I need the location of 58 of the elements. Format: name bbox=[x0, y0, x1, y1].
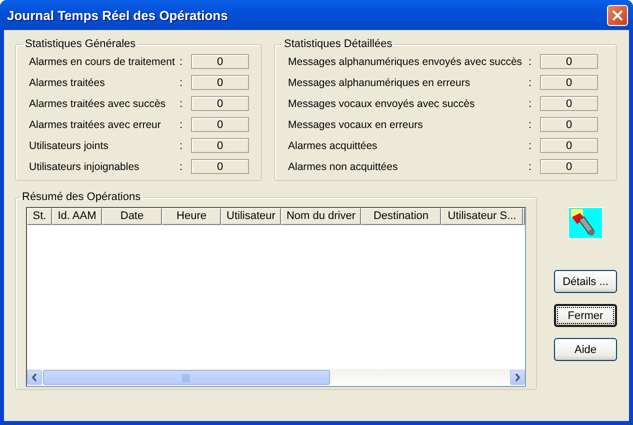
window-title: Journal Temps Réel des Opérations bbox=[7, 8, 228, 22]
stat-label: Messages vocaux envoyés avec succès bbox=[288, 98, 476, 110]
dialog-button[interactable]: Fermer bbox=[554, 304, 617, 327]
colon: : bbox=[527, 56, 533, 68]
stat-value-field: 0 bbox=[191, 117, 249, 132]
stat-label: Alarmes en cours de traitement bbox=[29, 56, 176, 68]
stat-value-field: 0 bbox=[191, 75, 249, 90]
colon: : bbox=[527, 118, 533, 130]
stat-value-field: 0 bbox=[540, 138, 598, 153]
close-icon bbox=[612, 10, 623, 20]
stat-label: Alarmes acquittées bbox=[288, 140, 378, 152]
scroll-left-icon[interactable] bbox=[27, 370, 42, 385]
colon: : bbox=[527, 98, 533, 110]
group-title: Statistiques Générales bbox=[24, 38, 137, 50]
stat-value-field: 0 bbox=[540, 159, 598, 174]
stat-label: Alarmes traitées avec erreur bbox=[29, 118, 162, 130]
column-header[interactable]: Destination bbox=[361, 208, 441, 225]
flashlight-icon bbox=[568, 207, 603, 239]
colon: : bbox=[178, 56, 184, 68]
column-header[interactable]: Id. AAM bbox=[52, 208, 102, 225]
group-title: Statistiques Détaillées bbox=[283, 38, 394, 50]
stat-value-field: 0 bbox=[191, 138, 249, 153]
colon: : bbox=[178, 160, 184, 172]
column-header[interactable]: Date bbox=[102, 208, 162, 225]
dialog-button[interactable]: Détails ... bbox=[554, 270, 617, 293]
column-header[interactable]: Utilisateur bbox=[221, 208, 281, 225]
colon: : bbox=[178, 118, 184, 130]
stat-value-field: 0 bbox=[191, 96, 249, 111]
stat-label: Alarmes traitées avec succès bbox=[29, 98, 167, 110]
stat-label: Utilisateurs joints bbox=[29, 140, 110, 152]
stat-label: Alarmes non acquittées bbox=[288, 160, 399, 172]
colon: : bbox=[527, 160, 533, 172]
column-header[interactable]: Nom du driver bbox=[281, 208, 361, 225]
colon: : bbox=[527, 76, 533, 88]
colon: : bbox=[178, 76, 184, 88]
column-header[interactable]: Heure bbox=[162, 208, 221, 225]
group-title: Résumé des Opérations bbox=[21, 191, 142, 203]
stat-value-field: 0 bbox=[540, 96, 598, 111]
stat-label: Messages vocaux en erreurs bbox=[288, 118, 424, 130]
stat-value-field: 0 bbox=[191, 54, 249, 69]
stat-value-field: 0 bbox=[540, 54, 598, 69]
colon: : bbox=[178, 98, 184, 110]
dialog-button[interactable]: Aide bbox=[554, 338, 617, 361]
stat-label: Messages alphanumériques en erreurs bbox=[288, 76, 472, 88]
horizontal-scrollbar[interactable] bbox=[27, 369, 525, 386]
column-header[interactable]: Utilisateur S... bbox=[441, 208, 523, 225]
stat-value-field: 0 bbox=[540, 117, 598, 132]
stat-value-field: 0 bbox=[540, 75, 598, 90]
stat-label: Alarmes traitées bbox=[29, 76, 106, 88]
scroll-right-icon[interactable] bbox=[510, 370, 525, 385]
scroll-thumb[interactable] bbox=[43, 370, 330, 385]
stat-label: Utilisateurs injoignables bbox=[29, 160, 140, 172]
close-button[interactable] bbox=[607, 4, 628, 26]
colon: : bbox=[527, 140, 533, 152]
stat-value-field: 0 bbox=[191, 159, 249, 174]
stat-label: Messages alphanumériques envoyés avec succès bbox=[288, 56, 524, 68]
colon: : bbox=[178, 140, 184, 152]
column-header[interactable]: St. bbox=[27, 208, 52, 225]
